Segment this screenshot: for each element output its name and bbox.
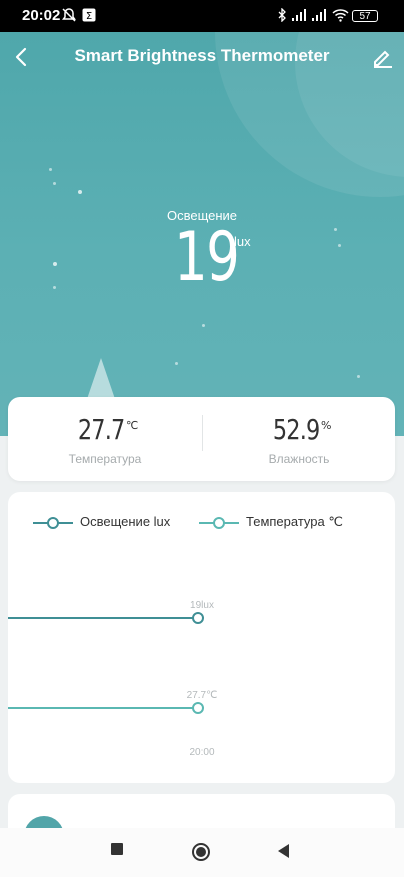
svg-text:Σ: Σ bbox=[86, 11, 92, 22]
temperature-value: 27.7 bbox=[77, 413, 125, 446]
status-time: 20:02 bbox=[22, 7, 61, 24]
temperature-stat: 27.7 ℃ Температура bbox=[8, 397, 202, 481]
humidity-unit: % bbox=[320, 419, 332, 432]
illuminance-value: 19 bbox=[174, 218, 240, 297]
chart-card: Освещение lux Температура ℃ 19lux 27.7℃ … bbox=[8, 492, 395, 783]
home-icon[interactable] bbox=[191, 842, 211, 862]
data-label-lux: 19lux bbox=[190, 600, 214, 611]
recent-apps-icon[interactable] bbox=[110, 842, 124, 856]
temperature-label: Температура bbox=[68, 452, 142, 466]
back-arrow-icon[interactable] bbox=[10, 44, 36, 70]
humidity-stat: 52.9% Влажность bbox=[202, 397, 396, 481]
decor-triangle bbox=[86, 358, 116, 402]
app-notification-icon: Σ bbox=[82, 8, 96, 22]
back-nav-icon[interactable] bbox=[276, 843, 290, 859]
humidity-value: 52.9 bbox=[272, 413, 320, 446]
stats-card: 27.7 ℃ Температура 52.9% Влажность bbox=[8, 397, 395, 481]
system-nav-bar bbox=[0, 828, 404, 877]
alarm-off-icon bbox=[62, 8, 76, 22]
decor-star bbox=[334, 228, 337, 231]
bluetooth-icon bbox=[278, 8, 286, 22]
series-point-lux[interactable] bbox=[192, 612, 204, 624]
illuminance-unit: lux bbox=[234, 234, 251, 249]
page-title: Smart Brightness Thermometer bbox=[74, 46, 330, 65]
signal-icon bbox=[292, 9, 306, 21]
decor-star bbox=[338, 244, 341, 247]
humidity-label: Влажность bbox=[268, 452, 330, 466]
decor-star bbox=[53, 182, 56, 185]
chart-plot: 19lux 27.7℃ 20:00 bbox=[8, 600, 218, 758]
wifi-icon bbox=[332, 9, 349, 22]
decor-star bbox=[357, 375, 360, 378]
decor-star bbox=[202, 324, 205, 327]
edit-pencil-icon[interactable] bbox=[370, 44, 396, 70]
decor-star bbox=[53, 286, 56, 289]
decor-star bbox=[175, 362, 178, 365]
data-label-temperature: 27.7℃ bbox=[187, 690, 218, 701]
status-bar: 20:02 Σ 57 bbox=[0, 0, 404, 32]
temperature-unit: ℃ bbox=[125, 419, 139, 432]
battery-indicator: 57 bbox=[352, 10, 378, 22]
signal-icon bbox=[312, 9, 326, 21]
decor-star bbox=[53, 262, 57, 266]
series-point-temperature[interactable] bbox=[192, 702, 204, 714]
decor-star bbox=[49, 168, 52, 171]
decor-star bbox=[78, 190, 82, 194]
x-tick-label: 20:00 bbox=[189, 747, 214, 758]
